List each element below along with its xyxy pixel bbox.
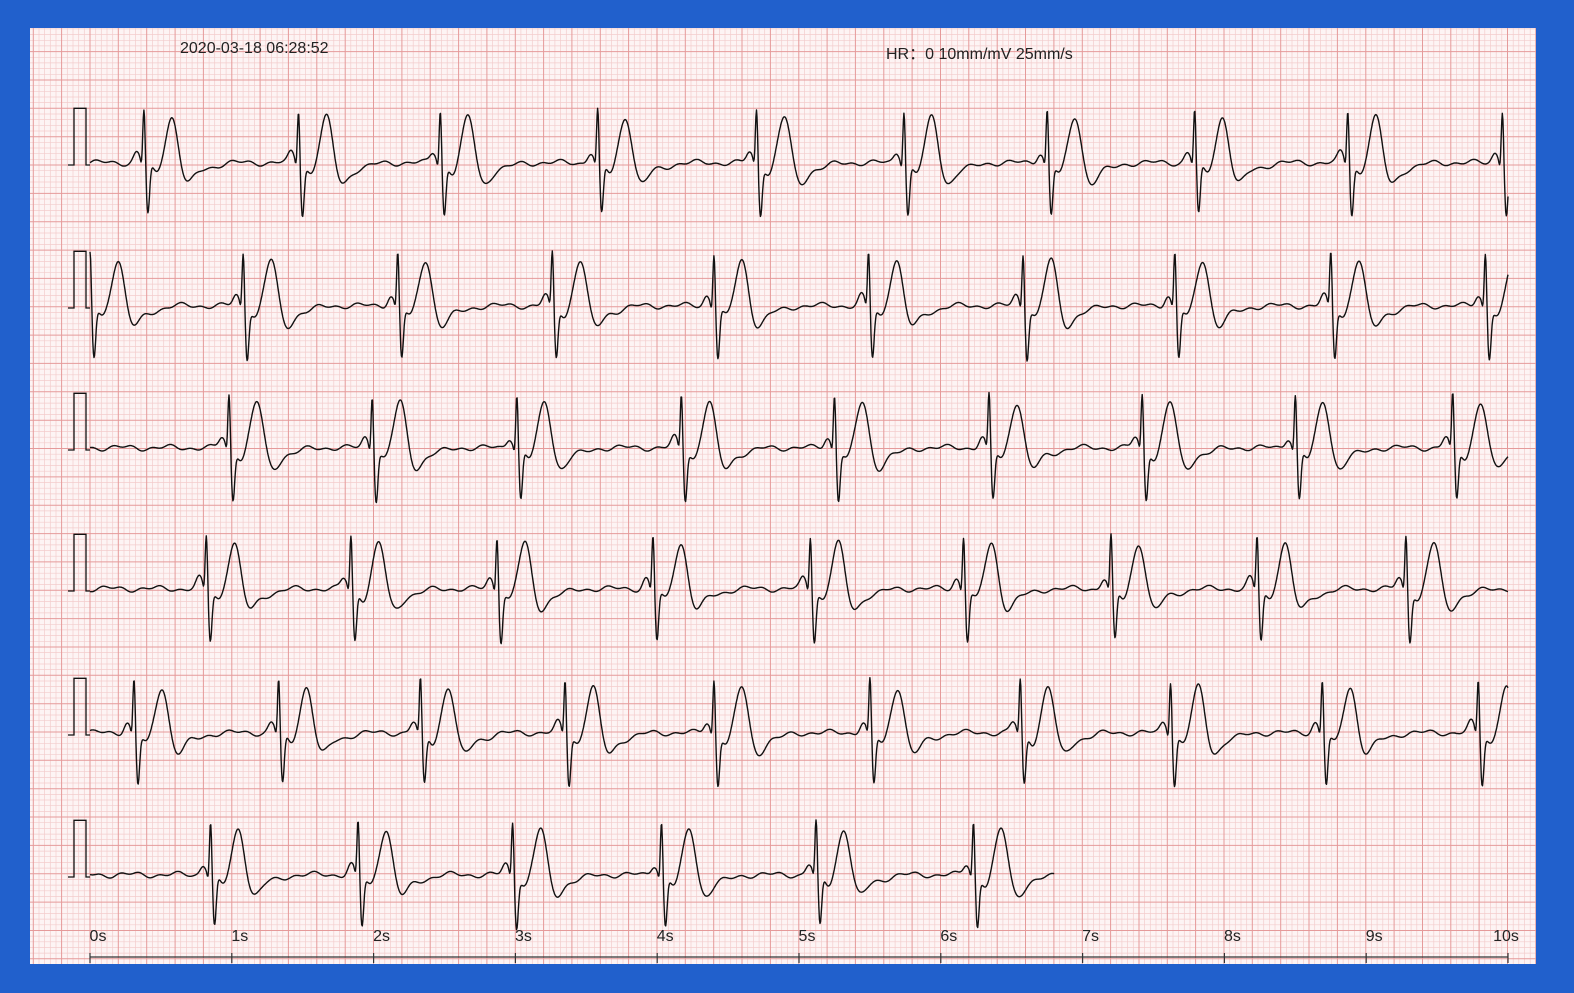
speed-setting: 25mm/s xyxy=(1015,46,1073,63)
ecg-chart: 0s 1s 2s 3s 4s 5s 6s 7s 8s 9s 10s xyxy=(30,28,1536,964)
x-tick-label: 3s xyxy=(515,928,532,945)
x-tick-label: 2s xyxy=(373,928,390,945)
hr-value: 0 xyxy=(925,46,935,63)
x-tick-label: 9s xyxy=(1366,928,1383,945)
grid-minor-lines xyxy=(30,28,1536,964)
x-tick-label: 7s xyxy=(1082,928,1099,945)
grid-major-lines xyxy=(30,28,1536,964)
x-tick-label: 10s xyxy=(1493,928,1519,945)
hr-label: HR： xyxy=(886,46,926,63)
x-tick-label: 6s xyxy=(940,928,957,945)
x-tick-label: 0s xyxy=(90,928,107,945)
gain-setting: 10mm/mV xyxy=(938,46,1012,63)
hr-gain-speed: HR：0 10mm/mV 25mm/s xyxy=(886,40,1073,64)
grid-major xyxy=(30,28,1536,964)
x-tick-label: 1s xyxy=(231,928,248,945)
record-timestamp: 2020-03-18 06:28:52 xyxy=(180,40,329,57)
x-tick-label: 5s xyxy=(799,928,816,945)
x-tick-label: 4s xyxy=(657,928,674,945)
ecg-paper: 0s 1s 2s 3s 4s 5s 6s 7s 8s 9s 10s 2020-03-18 06:28… xyxy=(30,28,1536,964)
x-tick-label: 8s xyxy=(1224,928,1241,945)
grid-minor xyxy=(30,28,1536,964)
